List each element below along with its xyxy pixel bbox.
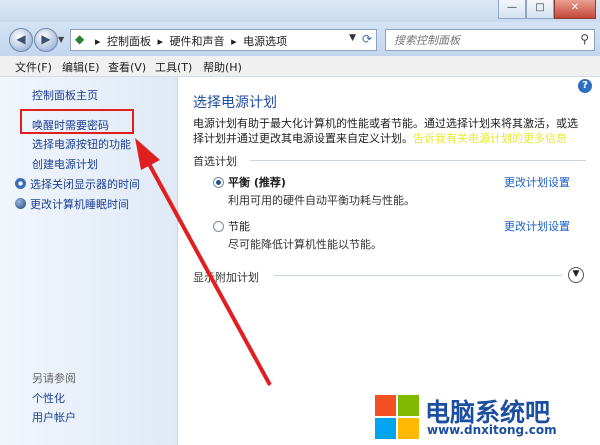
arrow-shaft: [146, 161, 272, 386]
logo-square: [398, 395, 419, 416]
windows-logo-icon: [375, 395, 419, 439]
annotation-arrow: [135, 138, 272, 386]
watermark-logo: 电脑系统吧 www.dnxitong.com: [375, 390, 600, 445]
logo-square: [375, 418, 396, 439]
watermark-url: www.dnxitong.com: [427, 423, 557, 437]
logo-square: [375, 395, 396, 416]
arrow-head: [135, 138, 160, 170]
logo-square: [398, 418, 419, 439]
